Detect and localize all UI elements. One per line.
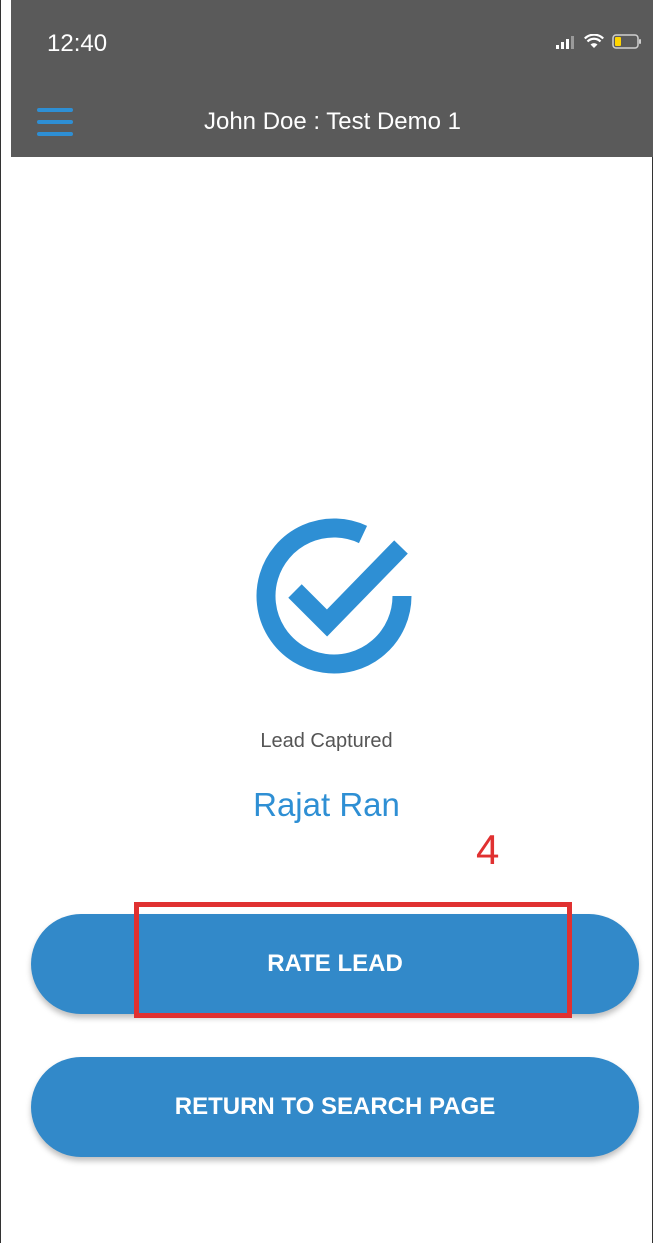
status-time: 12:40 <box>47 30 108 57</box>
nav-bar: John Doe : Test Demo 1 <box>11 90 653 157</box>
return-to-search-button[interactable]: RETURN TO SEARCH PAGE <box>31 1057 639 1157</box>
wifi-icon <box>584 34 604 48</box>
status-bar: 12:40 <box>11 0 653 90</box>
rate-lead-button[interactable]: RATE LEAD <box>31 914 639 1014</box>
annotation-step-number: 4 <box>476 826 500 873</box>
lead-status-label: Lead Captured <box>260 730 393 752</box>
nav-title: John Doe : Test Demo 1 <box>203 108 462 135</box>
status-icons <box>556 34 642 49</box>
signal-icon <box>556 35 574 49</box>
app-screen: 12:40 John Doe : Test Demo 1 Lead Captur… <box>0 0 653 1243</box>
battery-icon <box>612 34 641 49</box>
lead-name: Rajat Ran <box>253 786 400 823</box>
check-circle-icon <box>245 507 423 685</box>
